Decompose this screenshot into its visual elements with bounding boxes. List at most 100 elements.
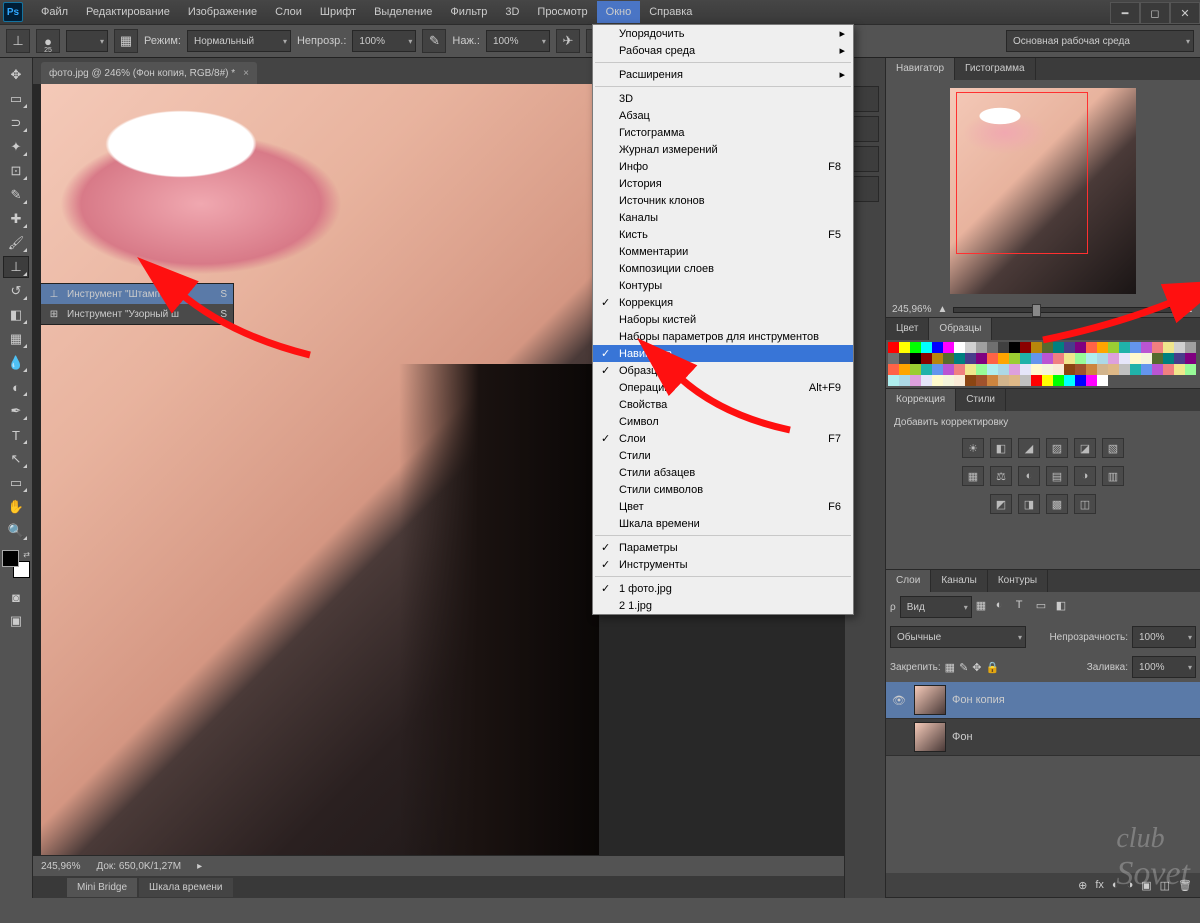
eyedropper-tool[interactable]: ✎ [3, 184, 29, 206]
pressure-opacity-icon[interactable]: ✎ [422, 29, 446, 53]
swatch[interactable] [1020, 375, 1031, 386]
menu-item[interactable]: Гистограмма [593, 124, 853, 141]
tab-swatches[interactable]: Образцы [929, 318, 992, 340]
crop-tool[interactable]: ⊡ [3, 160, 29, 182]
swatch[interactable] [921, 342, 932, 353]
document-tab[interactable]: фото.jpg @ 246% (Фон копия, RGB/8#) *× [41, 62, 257, 84]
swatch[interactable] [1097, 375, 1108, 386]
swatch[interactable] [943, 375, 954, 386]
menu-item[interactable]: Контуры [593, 277, 853, 294]
tab-layers[interactable]: Слои [886, 570, 931, 592]
swatch[interactable] [1042, 342, 1053, 353]
swatch[interactable] [1185, 353, 1196, 364]
swatch[interactable] [1053, 375, 1064, 386]
menu-item[interactable]: Источник клонов [593, 192, 853, 209]
menu-item[interactable]: Каналы [593, 209, 853, 226]
menu-просмотр[interactable]: Просмотр [528, 1, 596, 23]
menu-item[interactable]: Композиции слоев [593, 260, 853, 277]
color-swatches[interactable]: ⇄ [2, 550, 30, 578]
swatch[interactable] [1141, 364, 1152, 375]
swatch[interactable] [976, 375, 987, 386]
swatch[interactable] [1020, 364, 1031, 375]
menu-item[interactable]: История [593, 175, 853, 192]
swatch[interactable] [899, 353, 910, 364]
swatch[interactable] [910, 342, 921, 353]
menu-item[interactable]: 1 фото.jpg [593, 580, 853, 597]
swatch[interactable] [1119, 364, 1130, 375]
menu-item[interactable]: Упорядочить [593, 25, 853, 42]
swatch[interactable] [976, 353, 987, 364]
menu-item[interactable]: Навигатор [593, 345, 853, 362]
swatch[interactable] [1042, 364, 1053, 375]
link-icon[interactable]: ⊕ [1078, 879, 1087, 892]
swatch[interactable] [921, 375, 932, 386]
swatch[interactable] [1020, 342, 1031, 353]
wand-tool[interactable]: ✦ [3, 136, 29, 158]
marquee-tool[interactable]: ▭ [3, 88, 29, 110]
swatch[interactable] [1163, 353, 1174, 364]
dodge-tool[interactable]: ◐ [3, 376, 29, 398]
swatch[interactable] [987, 342, 998, 353]
menu-item[interactable]: Абзац [593, 107, 853, 124]
opacity-field[interactable]: 100% [352, 30, 416, 52]
menu-item[interactable]: Стили абзацев [593, 464, 853, 481]
minimize-button[interactable]: ━ [1110, 2, 1140, 24]
swatch[interactable] [1086, 375, 1097, 386]
swatch[interactable] [1064, 375, 1075, 386]
swatch[interactable] [965, 375, 976, 386]
airbrush-icon[interactable]: ✈ [556, 29, 580, 53]
hand-tool[interactable]: ✋ [3, 496, 29, 518]
menu-фильтр[interactable]: Фильтр [441, 1, 496, 23]
swatch[interactable] [965, 353, 976, 364]
swatch[interactable] [1130, 364, 1141, 375]
menu-item[interactable]: Расширения [593, 66, 853, 83]
menu-item[interactable]: Инструменты [593, 556, 853, 573]
tool-preset-icon[interactable]: ⊥ [6, 29, 30, 53]
swatch[interactable] [932, 353, 943, 364]
swatch[interactable] [1031, 353, 1042, 364]
swatch[interactable] [910, 375, 921, 386]
workspace-select[interactable]: Основная рабочая среда [1006, 30, 1194, 52]
swatch[interactable] [1130, 342, 1141, 353]
layer-filter-select[interactable]: Вид [900, 596, 972, 618]
swatch[interactable] [1119, 353, 1130, 364]
close-icon[interactable]: × [243, 68, 249, 79]
blend-mode-select[interactable]: Нормальный [187, 30, 291, 52]
close-button[interactable]: ✕ [1170, 2, 1200, 24]
filter-icon[interactable]: ◐ [996, 599, 1012, 615]
swatch[interactable] [954, 375, 965, 386]
swatch[interactable] [1009, 353, 1020, 364]
swatch[interactable] [1163, 364, 1174, 375]
swatch[interactable] [1174, 353, 1185, 364]
swatch-grid[interactable] [886, 340, 1200, 388]
swatch[interactable] [1075, 375, 1086, 386]
swatch[interactable] [954, 364, 965, 375]
menu-файл[interactable]: Файл [32, 1, 77, 23]
filter-icon[interactable]: T [1016, 599, 1032, 615]
swatch[interactable] [1152, 364, 1163, 375]
swatch[interactable] [1031, 375, 1042, 386]
swatch[interactable] [1064, 353, 1075, 364]
collapsed-panel-icon[interactable] [851, 86, 879, 112]
layer-row[interactable]: Фон [886, 719, 1200, 756]
zoom-slider[interactable] [953, 307, 1178, 313]
layer-fill[interactable]: 100% [1132, 656, 1196, 678]
menu-3d[interactable]: 3D [496, 1, 528, 23]
menu-item[interactable]: ОперацииAlt+F9 [593, 379, 853, 396]
menu-item[interactable]: Стили [593, 447, 853, 464]
menu-item[interactable]: Символ [593, 413, 853, 430]
path-tool[interactable]: ↖ [3, 448, 29, 470]
menu-item[interactable]: Параметры [593, 539, 853, 556]
swatch[interactable] [1075, 342, 1086, 353]
swatch[interactable] [998, 353, 1009, 364]
move-tool[interactable]: ✥ [3, 64, 29, 86]
swatch[interactable] [998, 342, 1009, 353]
swatch[interactable] [943, 353, 954, 364]
swatch[interactable] [1152, 353, 1163, 364]
swatch[interactable] [1064, 342, 1075, 353]
swatch[interactable] [1042, 375, 1053, 386]
swatch[interactable] [899, 375, 910, 386]
menu-изображение[interactable]: Изображение [179, 1, 266, 23]
swatch[interactable] [888, 364, 899, 375]
menu-item[interactable]: СлоиF7 [593, 430, 853, 447]
